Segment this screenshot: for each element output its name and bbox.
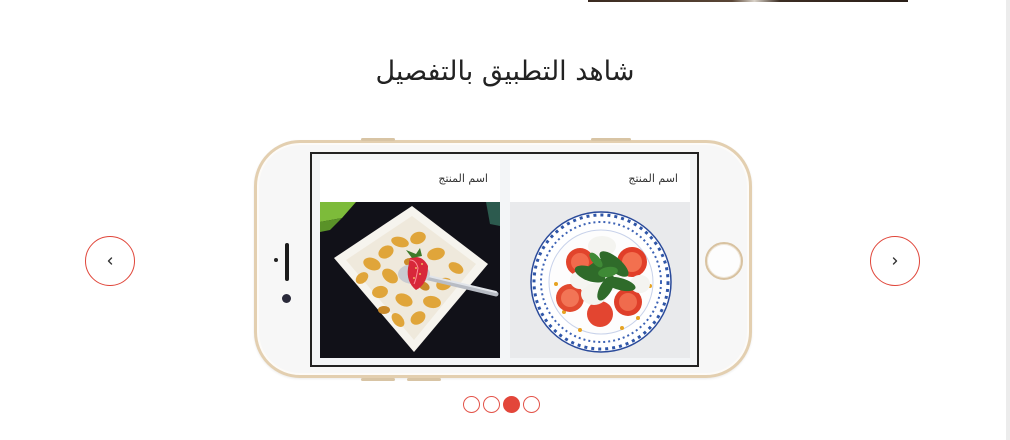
phone-screen: اسم المنتج اسم المنتج bbox=[310, 152, 699, 367]
carousel-dot-4[interactable] bbox=[523, 396, 540, 413]
phone-mockup: اسم المنتج اسم المنتج bbox=[254, 138, 752, 381]
carousel-prev-button[interactable] bbox=[85, 236, 135, 286]
phone-volume-button bbox=[361, 138, 395, 141]
phone-sensor bbox=[274, 258, 278, 262]
chevron-right-icon bbox=[892, 257, 898, 265]
product-card[interactable]: اسم المنتج bbox=[510, 160, 690, 358]
carousel-next-button[interactable] bbox=[870, 236, 920, 286]
phone-side-button bbox=[407, 378, 441, 381]
phone-home-button bbox=[705, 242, 743, 280]
section-title: شاهد التطبيق بالتفصيل bbox=[375, 56, 635, 87]
product-name: اسم المنتج bbox=[438, 172, 488, 185]
salad-photo bbox=[510, 202, 690, 358]
product-name: اسم المنتج bbox=[628, 172, 678, 185]
chevron-left-icon bbox=[107, 257, 113, 265]
cereal-bowl-photo bbox=[320, 202, 500, 358]
phone-power-button bbox=[591, 138, 631, 141]
carousel-dot-3[interactable] bbox=[503, 396, 520, 413]
carousel-pagination bbox=[463, 396, 540, 413]
phone-speaker bbox=[285, 243, 289, 281]
phone-camera bbox=[282, 294, 291, 303]
carousel-dot-1[interactable] bbox=[463, 396, 480, 413]
product-card[interactable]: اسم المنتج bbox=[320, 160, 500, 358]
previous-section-image-edge bbox=[588, 0, 908, 2]
phone-side-button bbox=[361, 378, 395, 381]
carousel-dot-2[interactable] bbox=[483, 396, 500, 413]
